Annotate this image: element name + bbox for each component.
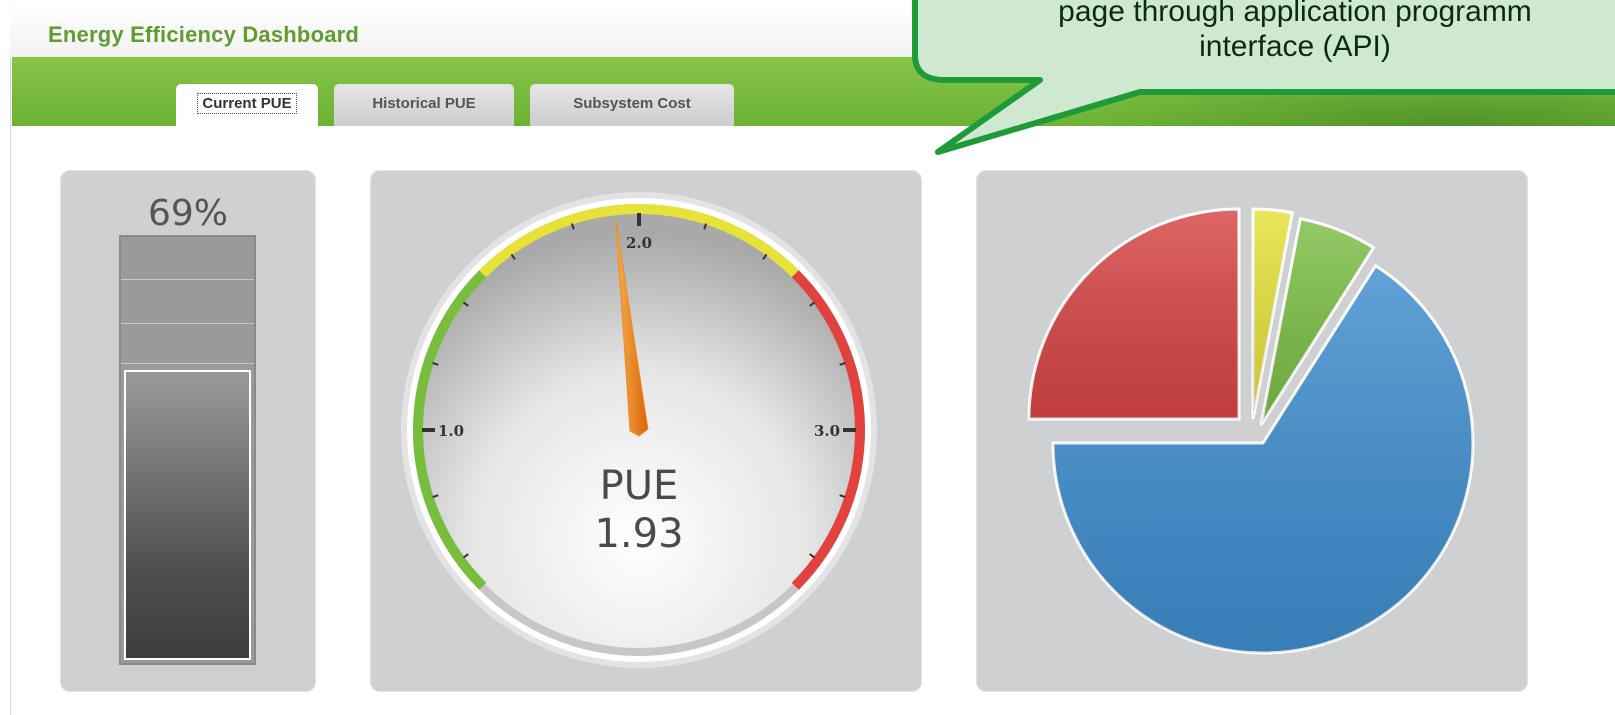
tab-historical-pue[interactable]: Historical PUE xyxy=(334,84,514,126)
subsystem-pie-panel xyxy=(976,170,1528,692)
tab-historical-pue-label: Historical PUE xyxy=(372,95,476,112)
leaf-decoration xyxy=(1035,57,1615,126)
pue-gauge-panel: 1.0 2.0 3.0 PUE 1.93 xyxy=(370,170,922,692)
tab-current-pue[interactable]: Current PUE xyxy=(176,84,318,126)
tab-current-pue-label: Current PUE xyxy=(197,93,297,114)
callout-text: page through application programm interf… xyxy=(915,0,1615,64)
tab-subsystem-cost-label: Subsystem Cost xyxy=(573,95,691,112)
bar-gridline xyxy=(121,323,254,324)
gauge-label: PUE xyxy=(600,463,679,509)
gauge-tick-label: 3.0 xyxy=(814,422,840,440)
app-title: Energy Efficiency Dashboard xyxy=(48,22,360,47)
gauge-tick-label: 2.0 xyxy=(626,234,652,252)
efficiency-percent: 69% xyxy=(147,193,228,234)
efficiency-bar-track xyxy=(119,235,256,665)
tab-subsystem-cost[interactable]: Subsystem Cost xyxy=(530,84,734,126)
pie-slice-shade xyxy=(1029,209,1239,419)
gauge-tick-label: 1.0 xyxy=(438,422,464,440)
subsystem-pie-chart xyxy=(1027,207,1475,655)
tab-bar: Current PUE Historical PUE Subsystem Cos… xyxy=(12,57,1615,126)
efficiency-bar-panel: 69% xyxy=(60,170,316,692)
callout-line-1: page through application programm xyxy=(1058,0,1532,28)
pue-gauge: 1.0 2.0 3.0 PUE 1.93 xyxy=(401,192,877,668)
gauge-value: 1.93 xyxy=(594,511,683,557)
callout-line-2: interface (API) xyxy=(1199,30,1391,63)
efficiency-bar-fill xyxy=(124,370,251,660)
bar-gridline xyxy=(121,363,254,364)
bar-gridline xyxy=(121,279,254,280)
